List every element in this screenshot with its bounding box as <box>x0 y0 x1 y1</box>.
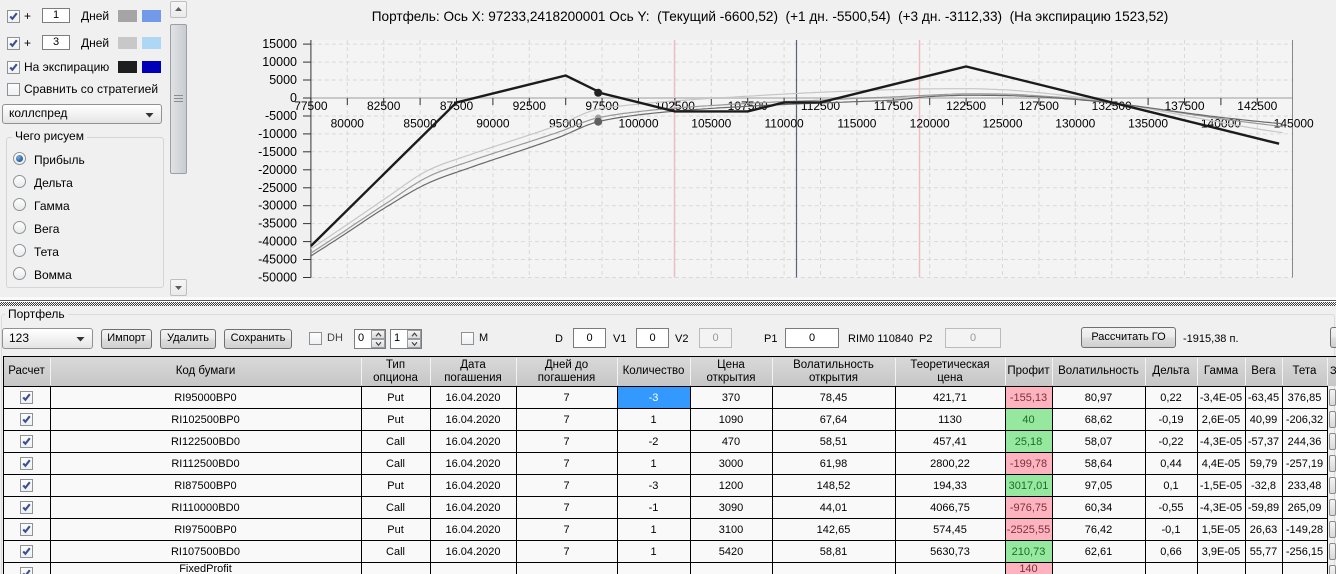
svg-text:92500: 92500 <box>513 99 547 113</box>
svg-text:10000: 10000 <box>262 55 297 69</box>
svg-text:135000: 135000 <box>1128 117 1168 131</box>
svg-text:-40000: -40000 <box>258 235 297 249</box>
svg-text:-20000: -20000 <box>258 163 297 177</box>
svg-text:130000: 130000 <box>1055 117 1095 131</box>
svg-text:Портфель: Ось X: 97233,2418200: Портфель: Ось X: 97233,2418200001 Ось Y:… <box>372 9 1168 24</box>
svg-text:122500: 122500 <box>946 99 986 113</box>
svg-text:15000: 15000 <box>262 37 297 51</box>
svg-text:80000: 80000 <box>331 117 365 131</box>
svg-text:77500: 77500 <box>294 99 328 113</box>
svg-text:5000: 5000 <box>269 73 297 87</box>
svg-text:82500: 82500 <box>367 99 401 113</box>
svg-text:105000: 105000 <box>691 117 731 131</box>
svg-text:115000: 115000 <box>837 117 876 131</box>
svg-text:87500: 87500 <box>440 99 474 113</box>
svg-text:90000: 90000 <box>476 117 510 131</box>
svg-text:125000: 125000 <box>982 117 1022 131</box>
svg-text:-5000: -5000 <box>265 109 297 123</box>
svg-text:127500: 127500 <box>1019 99 1059 113</box>
svg-text:120000: 120000 <box>910 117 950 131</box>
svg-text:85000: 85000 <box>403 117 437 131</box>
svg-text:-10000: -10000 <box>258 127 297 141</box>
svg-text:-35000: -35000 <box>258 217 297 231</box>
svg-text:110000: 110000 <box>765 117 804 131</box>
svg-text:95000: 95000 <box>549 117 583 131</box>
svg-text:-50000: -50000 <box>258 271 297 285</box>
svg-text:-25000: -25000 <box>258 181 297 195</box>
svg-text:142500: 142500 <box>1237 99 1277 113</box>
svg-text:-45000: -45000 <box>258 253 297 267</box>
svg-text:-30000: -30000 <box>258 199 297 213</box>
svg-text:-15000: -15000 <box>258 145 297 159</box>
svg-text:100000: 100000 <box>618 117 658 131</box>
